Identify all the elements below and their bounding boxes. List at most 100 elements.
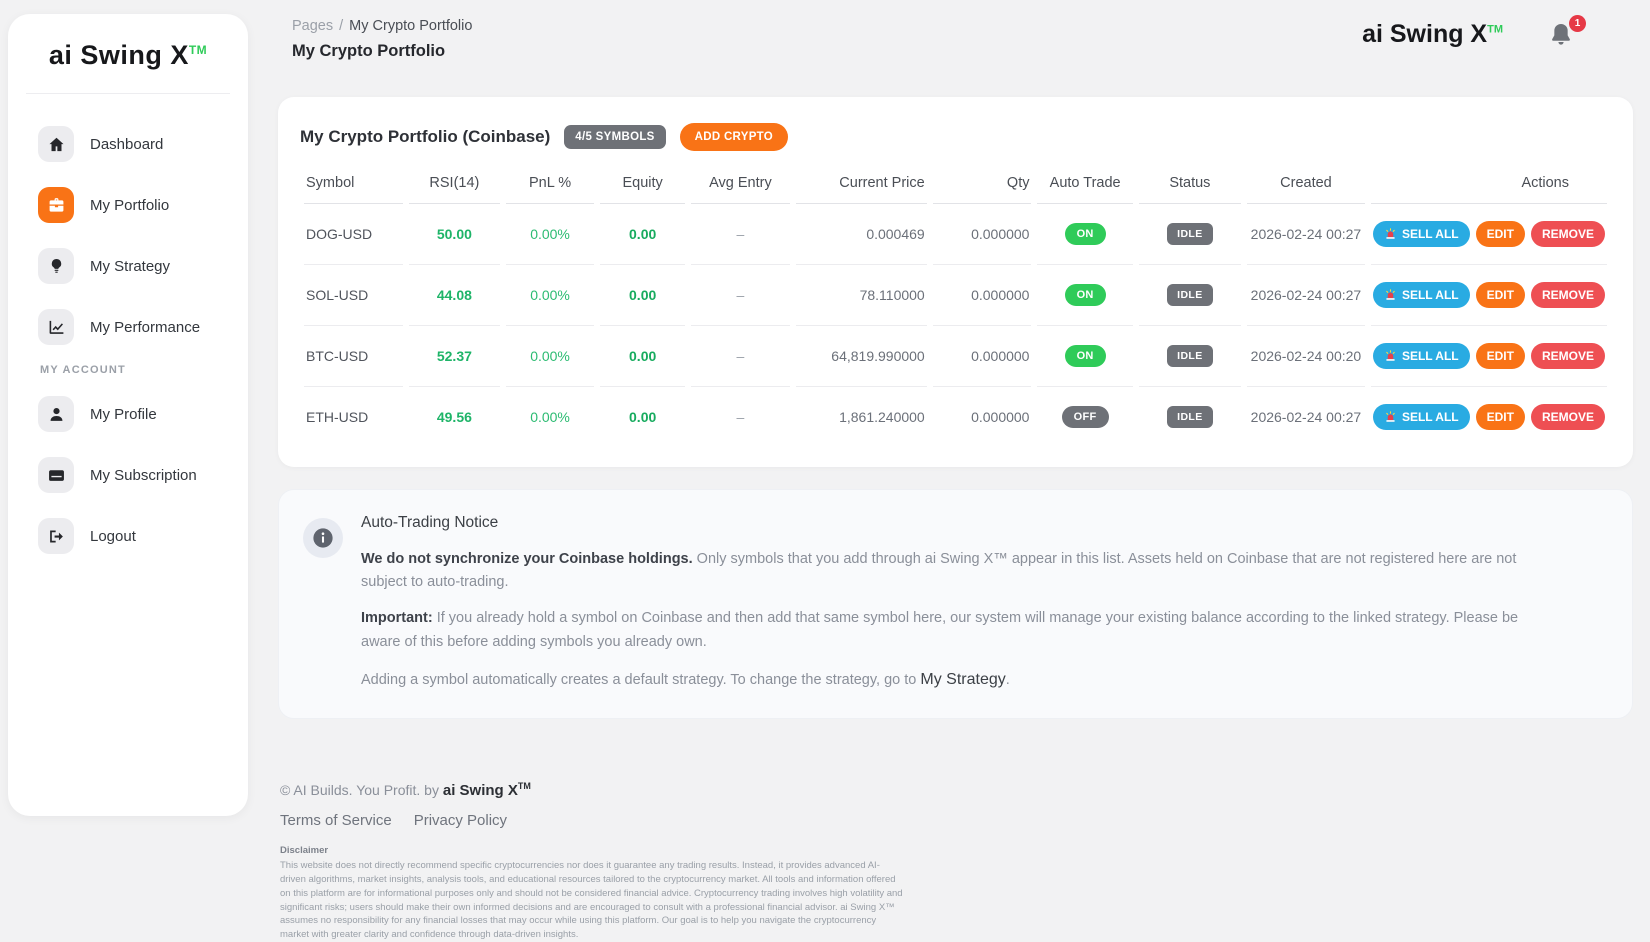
cell-pnl: 0.00%	[505, 204, 595, 265]
page-title: My Crypto Portfolio	[292, 42, 446, 60]
column-header-rsi-14-: RSI(14)	[409, 163, 500, 204]
privacy-policy-link[interactable]: Privacy Policy	[414, 812, 507, 829]
cell-auto-trade: ON	[1037, 265, 1133, 326]
edit-button[interactable]: EDIT	[1475, 282, 1525, 308]
sidebar-item-dashboard[interactable]: Dashboard	[8, 120, 248, 168]
sidebar-item-my-portfolio[interactable]: My Portfolio	[8, 181, 248, 229]
sell-all-label: SELL ALL	[1401, 410, 1459, 424]
notice-title: Auto-Trading Notice	[361, 514, 499, 531]
disclaimer-title: Disclaimer	[280, 845, 329, 857]
cell-equity: 0.00	[629, 409, 657, 425]
cell-qty: 0.000000	[932, 265, 1032, 326]
notice-paragraph-important: Important: If you already hold a symbol …	[361, 610, 1519, 650]
portfolio-title: My Crypto Portfolio (Coinbase)	[300, 127, 551, 146]
cell-created: 2026-02-24 00:20	[1247, 326, 1365, 387]
topbar-brand: ai Swing XTM	[1362, 20, 1503, 48]
status-badge: IDLE	[1167, 345, 1213, 367]
edit-button[interactable]: EDIT	[1475, 221, 1525, 247]
siren-icon	[1384, 227, 1397, 241]
siren-icon	[1384, 349, 1397, 363]
home-icon	[38, 126, 74, 162]
auto-trade-badge: ON	[1064, 345, 1106, 367]
disclaimer: Disclaimer This website does not directl…	[280, 845, 905, 942]
breadcrumb-current: My Crypto Portfolio	[349, 18, 473, 34]
sell-all-button[interactable]: SELL ALL	[1372, 282, 1470, 308]
notice-body: Auto-Trading Notice We do not synchroniz…	[361, 514, 1541, 692]
sidebar-item-my-performance[interactable]: My Performance	[8, 303, 248, 351]
sell-all-button[interactable]: SELL ALL	[1372, 404, 1470, 430]
sidebar-section-label: MY ACCOUNT	[40, 364, 126, 376]
column-header-created: Created	[1247, 163, 1365, 204]
sidebar-nav: Dashboard My Portfolio My Strategy My Pe…	[8, 120, 248, 560]
status-badge: IDLE	[1167, 284, 1213, 306]
add-crypto-button[interactable]: ADD CRYPTO	[679, 123, 789, 151]
notification-badge: 1	[1569, 15, 1586, 32]
cell-auto-trade: OFF	[1037, 387, 1132, 447]
brand-logo: ai Swing XTM	[48, 40, 208, 70]
column-header-actions: Actions	[1370, 163, 1607, 204]
cell-current-price: 0.000469	[795, 204, 927, 265]
trademark-sup: TM	[1487, 23, 1503, 36]
chart-line-icon	[38, 309, 74, 345]
remove-button[interactable]: REMOVE	[1530, 221, 1605, 247]
user-icon	[38, 396, 74, 432]
breadcrumb: Pages / My Crypto Portfolio	[292, 18, 472, 34]
sidebar-item-my-subscription[interactable]: My Subscription	[8, 451, 248, 499]
column-header-status: Status	[1138, 163, 1241, 204]
cell-created: 2026-02-24 00:27	[1247, 265, 1365, 326]
sidebar-item-label: My Strategy	[90, 257, 171, 275]
lightbulb-icon	[38, 248, 74, 284]
remove-button[interactable]: REMOVE	[1530, 343, 1605, 369]
cell-qty: 0.000000	[932, 326, 1032, 387]
cell-pnl: 0.00%	[530, 409, 570, 425]
credit-card-icon	[38, 457, 74, 493]
column-header-equity: Equity	[600, 163, 685, 204]
my-strategy-link[interactable]: My Strategy	[920, 671, 1005, 688]
column-header-current-price: Current Price	[795, 163, 927, 204]
sell-all-button[interactable]: SELL ALL	[1372, 221, 1470, 247]
cell-rsi: 50.00	[409, 204, 500, 265]
sidebar-item-label: My Performance	[90, 318, 201, 336]
auto-trade-badge: ON	[1064, 284, 1106, 306]
terms-of-service-link[interactable]: Terms of Service	[280, 812, 392, 829]
remove-button[interactable]: REMOVE	[1530, 404, 1605, 430]
footer-links: Terms of Service Privacy Policy	[280, 812, 1633, 829]
sidebar-item-label: My Portfolio	[90, 196, 170, 214]
breadcrumb-pages[interactable]: Pages	[292, 18, 333, 34]
cell-avg-entry: –	[690, 204, 790, 265]
table-row: BTC-USD 52.37 0.00% 0.00 – 64,819.990000…	[304, 326, 1607, 387]
cell-pnl: 0.00%	[505, 326, 595, 387]
status-badge: IDLE	[1167, 406, 1213, 428]
cell-actions: SELL ALL EDIT REMOVE	[1372, 221, 1605, 247]
cell-avg-entry: –	[736, 409, 745, 425]
edit-button[interactable]: EDIT	[1475, 404, 1525, 430]
notification-bell[interactable]: 1	[1548, 15, 1586, 52]
cell-actions: SELL ALL EDIT REMOVE	[1372, 404, 1605, 430]
cell-auto-trade: ON	[1037, 204, 1133, 265]
cell-current-price: 64,819.990000	[795, 326, 927, 387]
edit-button[interactable]: EDIT	[1475, 343, 1525, 369]
sell-all-button[interactable]: SELL ALL	[1372, 343, 1470, 369]
column-header-symbol: Symbol	[304, 163, 404, 204]
sidebar-item-my-profile[interactable]: My Profile	[8, 390, 248, 438]
remove-button[interactable]: REMOVE	[1530, 282, 1605, 308]
column-header-pnl-: PnL %	[505, 163, 595, 204]
auto-trade-badge: ON	[1064, 223, 1106, 245]
cell-auto-trade: ON	[1037, 326, 1133, 387]
auto-trade-badge: OFF	[1061, 406, 1109, 428]
main-content: Pages / My Crypto Portfolio My Crypto Port…	[278, 0, 1633, 942]
table-header-row: Symbol RSI(14) PnL % Equity Avg Entry Current…	[304, 163, 1607, 204]
cell-rsi: 52.37	[409, 326, 500, 387]
sidebar-item-label: My Profile	[90, 405, 157, 423]
sidebar-item-my-strategy[interactable]: My Strategy	[8, 242, 248, 290]
sidebar-item-logout[interactable]: Logout	[8, 512, 248, 560]
cell-actions: SELL ALL EDIT REMOVE	[1372, 343, 1605, 369]
copyright-line: © AI Builds. You Profit. by ai Swing XTM	[280, 781, 531, 800]
cell-actions: SELL ALL EDIT REMOVE	[1372, 282, 1605, 308]
cell-current-price: 78.110000	[795, 265, 927, 326]
table-row: ETH-USD 49.56 0.00% 0.00 – 1,861.240000 …	[304, 387, 1607, 447]
logout-icon	[38, 518, 74, 554]
footer-brand: ai Swing XTM	[442, 781, 531, 800]
cell-symbol: DOG-USD	[304, 204, 404, 265]
sidebar-item-label: My Subscription	[90, 466, 197, 484]
